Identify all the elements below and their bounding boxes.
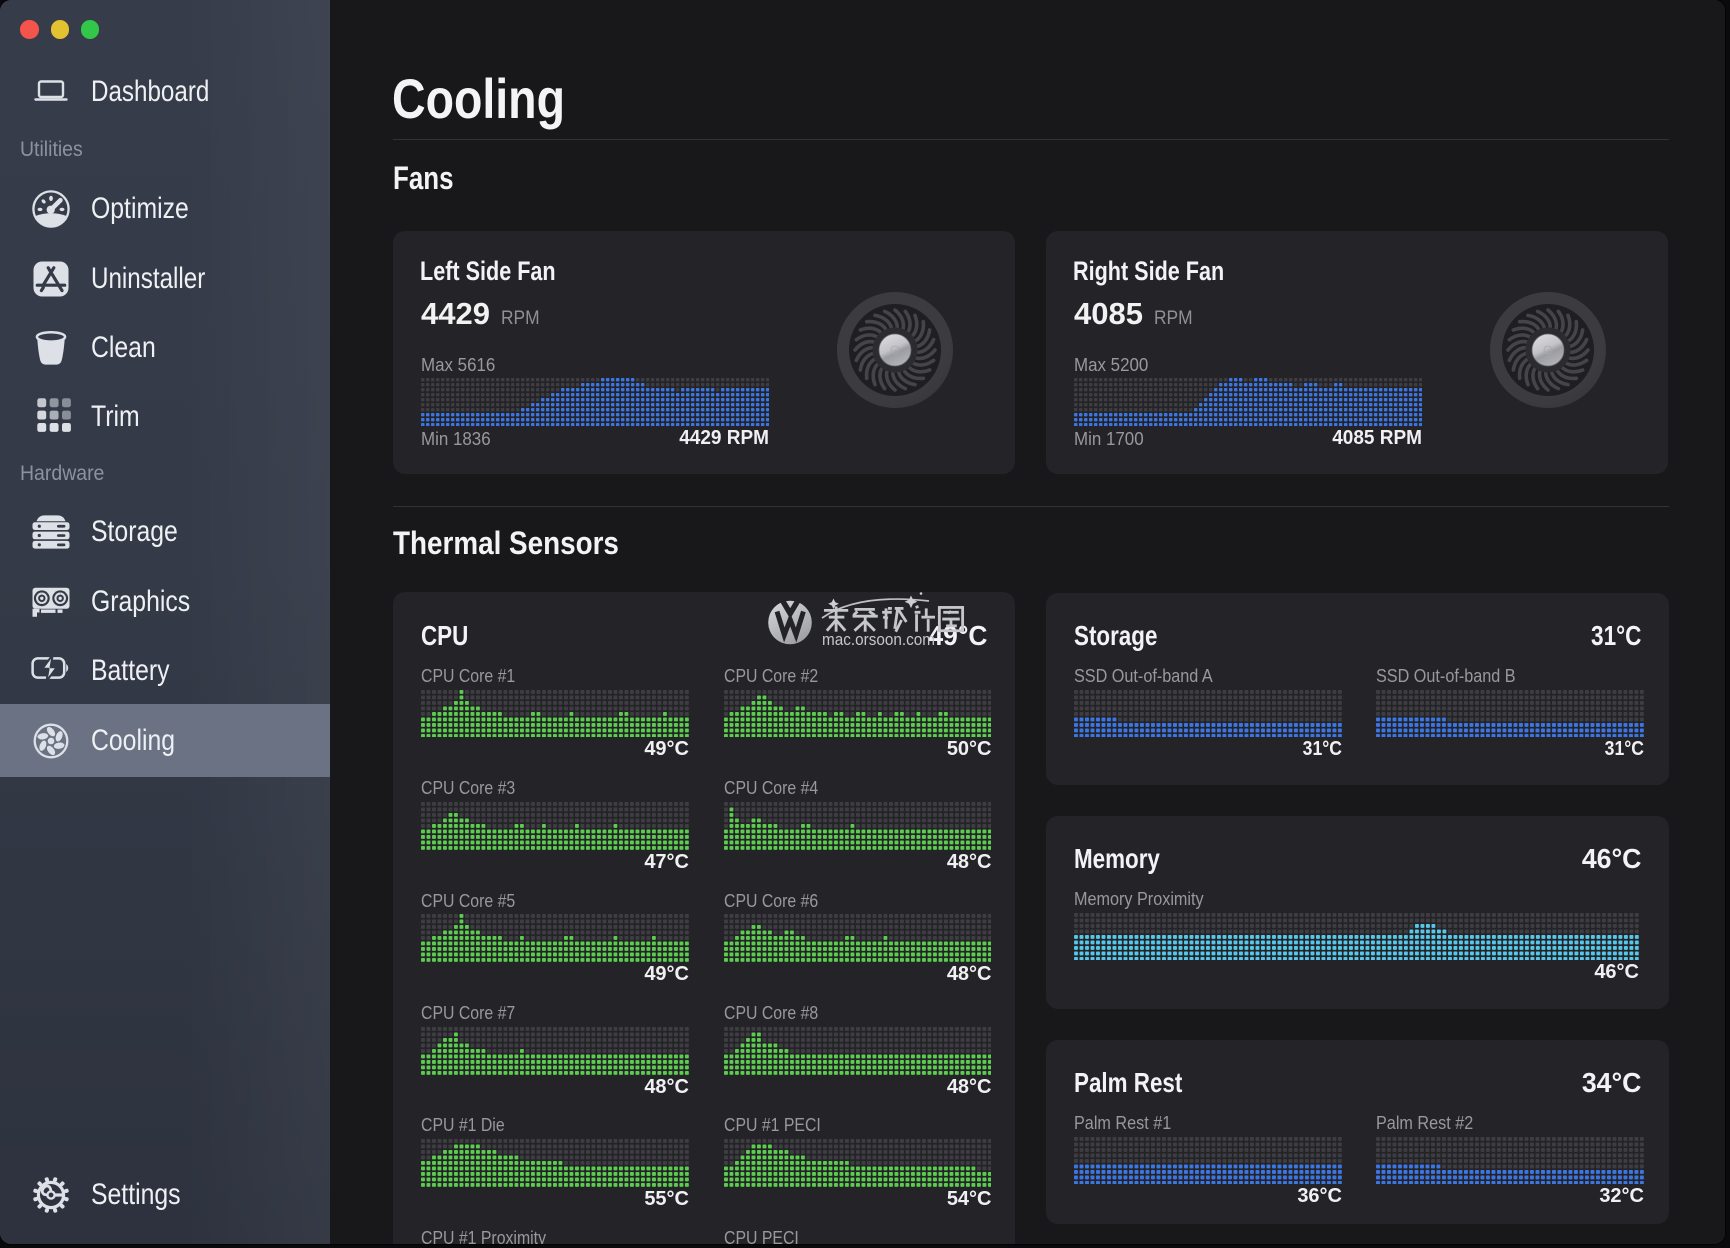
svg-text:mac.orsoon.com: mac.orsoon.com xyxy=(822,631,935,649)
